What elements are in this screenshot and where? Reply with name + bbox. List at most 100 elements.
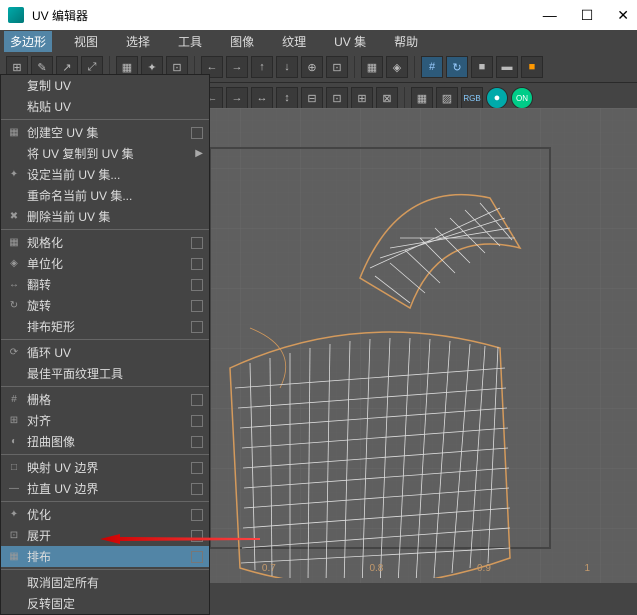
- menu-polygon[interactable]: 多边形: [4, 31, 52, 52]
- menu-item[interactable]: ▦创建空 UV 集: [1, 122, 209, 143]
- option-box-icon[interactable]: [191, 300, 203, 312]
- menu-item-icon: ✦: [7, 508, 21, 522]
- tool-icon[interactable]: ON: [511, 87, 533, 109]
- menu-item[interactable]: ⊞ 对齐: [1, 410, 209, 431]
- option-box-icon[interactable]: [191, 530, 203, 542]
- menu-item-label: 翻转: [27, 276, 191, 293]
- tool-icon[interactable]: →: [226, 56, 248, 78]
- menu-texture[interactable]: 纹理: [276, 31, 312, 52]
- option-box-icon[interactable]: [191, 483, 203, 495]
- option-box-icon[interactable]: [191, 394, 203, 406]
- menu-item[interactable]: ▦ 规格化: [1, 232, 209, 253]
- option-box-icon[interactable]: [191, 127, 203, 139]
- menu-item[interactable]: ↻旋转: [1, 295, 209, 316]
- menu-item-label: 重命名当前 UV 集...: [27, 187, 203, 204]
- option-box-icon[interactable]: [191, 436, 203, 448]
- menu-item[interactable]: 最佳平面纹理工具: [1, 363, 209, 384]
- menu-item[interactable]: 重命名当前 UV 集...: [1, 185, 209, 206]
- menu-tools[interactable]: 工具: [172, 31, 208, 52]
- menu-item[interactable]: ✖删除当前 UV 集: [1, 206, 209, 227]
- tool-icon[interactable]: ⊞: [351, 87, 373, 109]
- menu-item-icon: ⊡: [7, 529, 21, 543]
- menu-item[interactable]: 粘贴 UV: [1, 96, 209, 117]
- maximize-button[interactable]: ☐: [581, 7, 594, 24]
- app-icon: [8, 7, 24, 23]
- menu-item-icon: ✖: [7, 210, 21, 224]
- tool-icon[interactable]: ↕: [276, 87, 298, 109]
- menu-item-label: 设定当前 UV 集...: [27, 166, 203, 183]
- minimize-button[interactable]: —: [543, 7, 557, 24]
- ruler-tick: 0.7: [262, 563, 276, 577]
- tool-icon[interactable]: ▬: [496, 56, 518, 78]
- option-box-icon[interactable]: [191, 551, 203, 563]
- menu-item[interactable]: ▦排布: [1, 546, 209, 567]
- tool-icon[interactable]: ▦: [411, 87, 433, 109]
- menu-item[interactable]: ◐扭曲图像: [1, 431, 209, 452]
- menu-item-label: 反转固定: [27, 595, 203, 612]
- menu-item-icon: ▦: [7, 236, 21, 250]
- tool-icon[interactable]: ▦: [361, 56, 383, 78]
- menu-item-label: 规格化: [27, 234, 191, 251]
- menu-item-label: 循环 UV: [27, 344, 203, 361]
- menu-uvset[interactable]: UV 集: [328, 31, 372, 52]
- tool-icon[interactable]: ■: [471, 56, 493, 78]
- menu-image[interactable]: 图像: [224, 31, 260, 52]
- menu-item-icon: [7, 320, 21, 334]
- menu-item-icon: □: [7, 461, 21, 475]
- tool-icon[interactable]: ↻: [446, 56, 468, 78]
- tool-icon[interactable]: →: [226, 87, 248, 109]
- menu-item[interactable]: ✦优化: [1, 504, 209, 525]
- menu-item[interactable]: 排布矩形: [1, 316, 209, 337]
- menu-help[interactable]: 帮助: [388, 31, 424, 52]
- tool-icon[interactable]: RGB: [461, 87, 483, 109]
- option-box-icon[interactable]: [191, 237, 203, 249]
- option-box-icon[interactable]: [191, 415, 203, 427]
- tool-icon[interactable]: ↔: [251, 87, 273, 109]
- ruler-tick: 0.8: [369, 563, 383, 577]
- menu-item-label: 映射 UV 边界: [27, 459, 191, 476]
- menu-item[interactable]: ◈单位化: [1, 253, 209, 274]
- tool-icon[interactable]: ⊕: [301, 56, 323, 78]
- menu-item-label: 将 UV 复制到 UV 集: [27, 145, 195, 162]
- menu-item[interactable]: □ 映射 UV 边界: [1, 457, 209, 478]
- menu-item[interactable]: #栅格: [1, 389, 209, 410]
- menu-item-label: 对齐: [27, 412, 191, 429]
- menu-item-icon: —: [7, 482, 21, 496]
- menu-item[interactable]: ⟳ 循环 UV: [1, 342, 209, 363]
- tool-icon[interactable]: ▨: [436, 87, 458, 109]
- tool-icon[interactable]: ●: [486, 87, 508, 109]
- menu-item[interactable]: 反转固定: [1, 593, 209, 614]
- close-button[interactable]: ✕: [617, 7, 629, 24]
- polygon-menu-dropdown: 复制 UV粘贴 UV▦创建空 UV 集将 UV 复制到 UV 集▶✦设定当前 U…: [0, 74, 210, 615]
- tool-icon[interactable]: ◈: [386, 56, 408, 78]
- menu-item-icon: ⟳: [7, 346, 21, 360]
- option-box-icon[interactable]: [191, 279, 203, 291]
- menu-item[interactable]: ✦设定当前 UV 集...: [1, 164, 209, 185]
- menu-item-label: 排布矩形: [27, 318, 191, 335]
- menu-item[interactable]: 将 UV 复制到 UV 集▶: [1, 143, 209, 164]
- tool-icon[interactable]: ⊟: [301, 87, 323, 109]
- option-box-icon[interactable]: [191, 509, 203, 521]
- menu-item-icon: ▦: [7, 550, 21, 564]
- menu-item[interactable]: ⊡展开: [1, 525, 209, 546]
- menu-select[interactable]: 选择: [120, 31, 156, 52]
- option-box-icon[interactable]: [191, 321, 203, 333]
- menu-view[interactable]: 视图: [68, 31, 104, 52]
- menu-item-label: 旋转: [27, 297, 191, 314]
- tool-icon[interactable]: ⊡: [326, 56, 348, 78]
- tool-icon[interactable]: ↓: [276, 56, 298, 78]
- ruler-tick: 0.9: [477, 563, 491, 577]
- tool-icon[interactable]: ↑: [251, 56, 273, 78]
- menu-item[interactable]: ↔翻转: [1, 274, 209, 295]
- tool-icon[interactable]: #: [421, 56, 443, 78]
- menu-item[interactable]: —拉直 UV 边界: [1, 478, 209, 499]
- tool-icon[interactable]: ⊡: [326, 87, 348, 109]
- tool-icon[interactable]: ⊠: [376, 87, 398, 109]
- menu-item-icon: ◐: [7, 435, 21, 449]
- menu-item-icon: [7, 147, 21, 161]
- menu-item-icon: ⊞: [7, 414, 21, 428]
- menu-item[interactable]: 复制 UV: [1, 75, 209, 96]
- option-box-icon[interactable]: [191, 462, 203, 474]
- tool-icon[interactable]: ■: [521, 56, 543, 78]
- option-box-icon[interactable]: [191, 258, 203, 270]
